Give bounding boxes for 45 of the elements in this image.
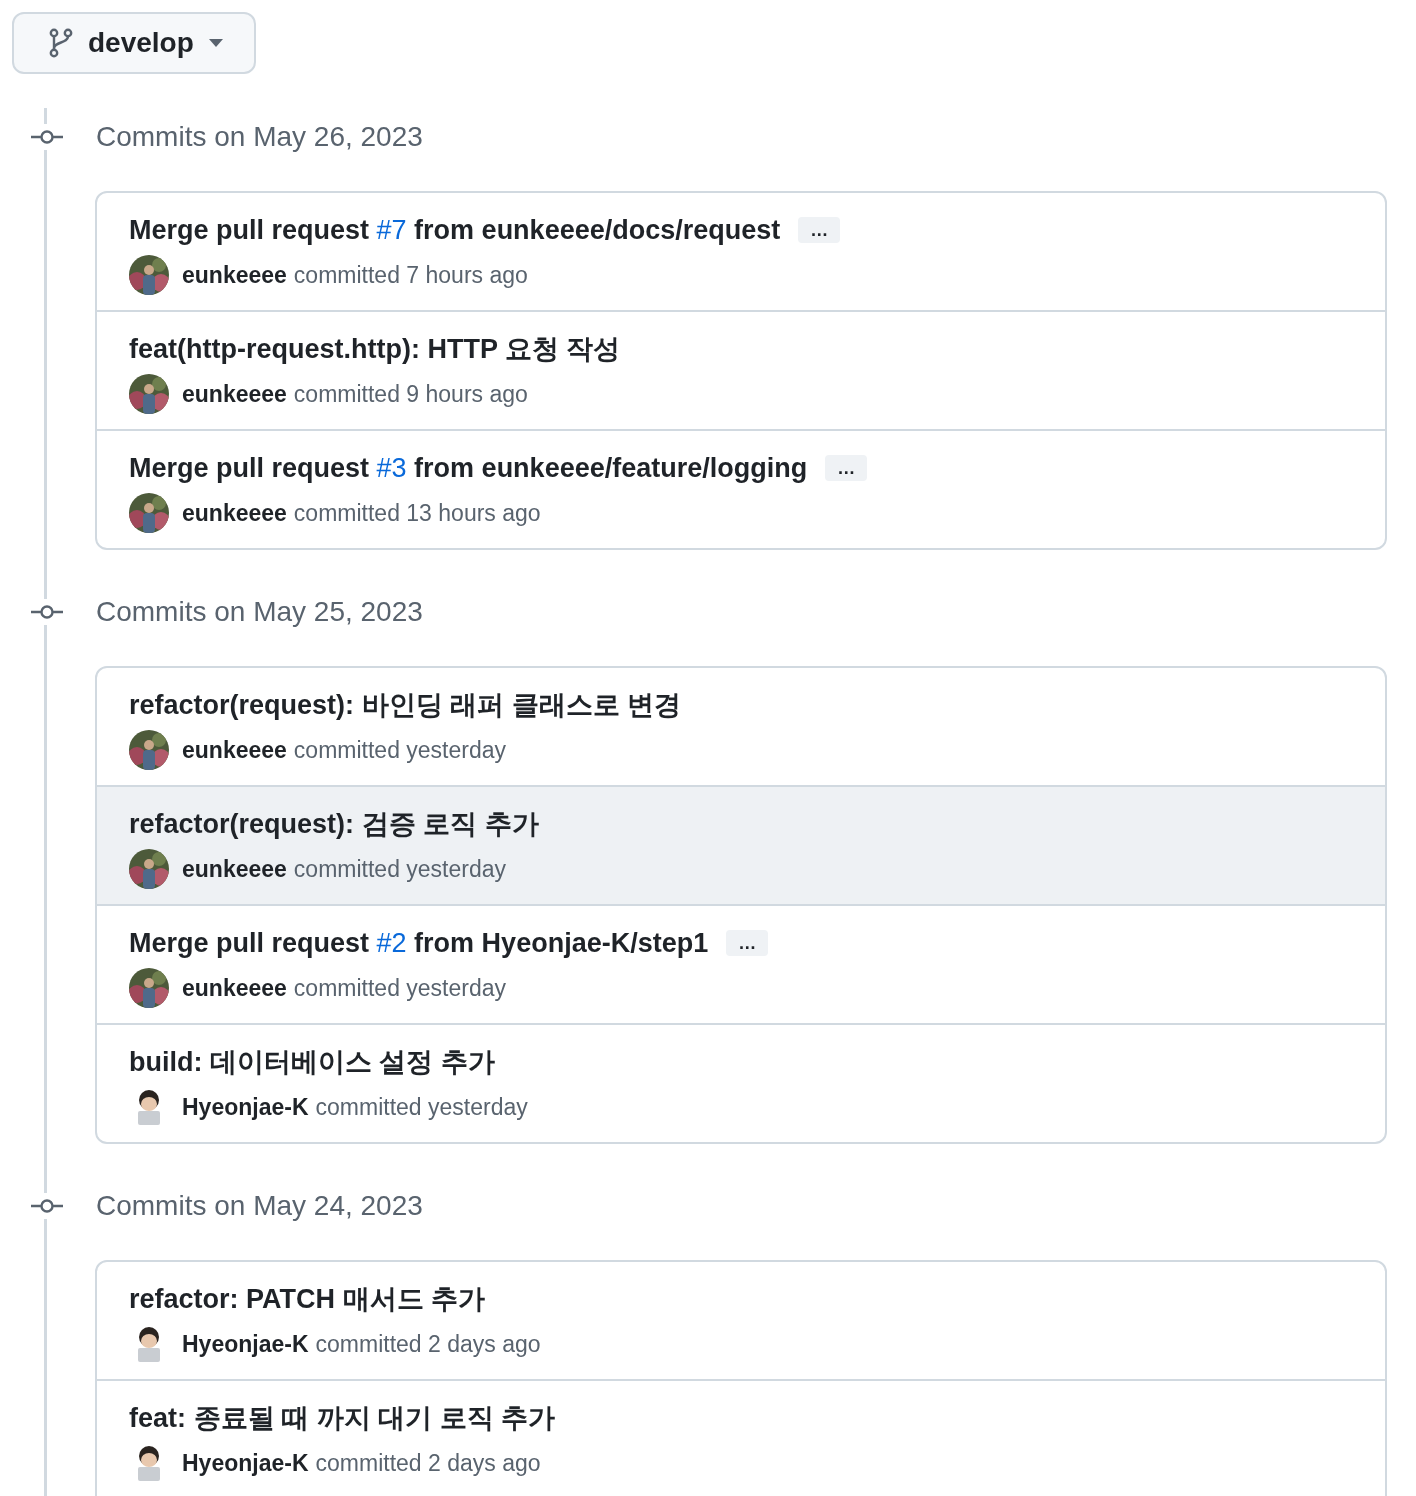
commit-time: committed 7 hours ago <box>293 261 528 289</box>
commit-time: committed yesterday <box>293 974 507 1002</box>
pull-request-link[interactable]: #3 <box>376 452 407 483</box>
expand-button[interactable]: … <box>798 217 841 243</box>
commit-time: committed yesterday <box>315 1093 528 1121</box>
author-name[interactable]: eunkeeee <box>182 736 287 764</box>
avatar <box>129 849 169 889</box>
author-name[interactable]: eunkeeee <box>182 261 287 289</box>
commit-time: committed 2 days ago <box>315 1449 541 1477</box>
commit-time: committed 13 hours ago <box>293 499 541 527</box>
pull-request-link[interactable]: #2 <box>376 927 407 958</box>
commit-title[interactable]: Merge pull request #3 from eunkeeee/feature/logging <box>129 452 808 484</box>
avatar <box>129 255 169 295</box>
commit-title[interactable]: Merge pull request #2 from Hyeonjae-K/step1 <box>129 927 709 959</box>
branch-button[interactable]: develop <box>12 12 256 74</box>
commit-title[interactable]: refactor: PATCH 매서드 추가 <box>129 1281 486 1317</box>
commit-time: committed 2 days ago <box>315 1330 541 1358</box>
commit-title[interactable]: refactor(request): 바인딩 래퍼 클래스로 변경 <box>129 687 682 723</box>
commit-title[interactable]: feat: 종료될 때 까지 대기 로직 추가 <box>129 1400 555 1436</box>
branch-icon <box>48 28 74 58</box>
author-name[interactable]: eunkeeee <box>182 855 287 883</box>
commit-time: committed 9 hours ago <box>293 380 528 408</box>
avatar <box>129 493 169 533</box>
commit-title[interactable]: feat(http-request.http): HTTP 요청 작성 <box>129 331 621 367</box>
avatar <box>129 730 169 770</box>
commit-time: committed yesterday <box>293 736 507 764</box>
date-heading: Commits on May 24, 2023 <box>96 1190 423 1222</box>
expand-button[interactable]: … <box>726 930 769 956</box>
author-name[interactable]: Hyeonjae-K <box>182 1330 309 1358</box>
commit-title[interactable]: refactor(request): 검증 로직 추가 <box>129 806 539 842</box>
pull-request-link[interactable]: #7 <box>376 214 407 245</box>
author-name[interactable]: Hyeonjae-K <box>182 1449 309 1477</box>
commit-time: committed yesterday <box>293 855 507 883</box>
author-name[interactable]: eunkeeee <box>182 499 287 527</box>
commit-title[interactable]: Merge pull request #7 from eunkeeee/docs/request <box>129 214 781 246</box>
date-heading: Commits on May 25, 2023 <box>96 596 423 628</box>
caret-icon <box>207 38 224 48</box>
expand-button[interactable]: … <box>825 455 868 481</box>
date-heading: Commits on May 26, 2023 <box>96 121 423 153</box>
commit-title[interactable]: build: 데이터베이스 설정 추가 <box>129 1044 495 1080</box>
author-name[interactable]: eunkeeee <box>182 380 287 408</box>
author-name[interactable]: eunkeeee <box>182 974 287 1002</box>
avatar <box>129 968 169 1008</box>
author-name[interactable]: Hyeonjae-K <box>182 1093 309 1121</box>
avatar <box>129 374 169 414</box>
